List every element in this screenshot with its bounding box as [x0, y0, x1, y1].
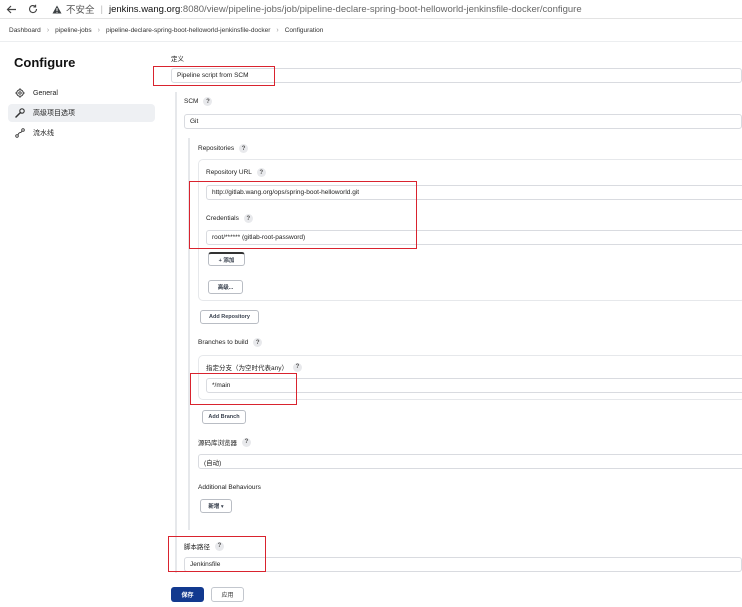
url-host: jenkins.wang.org [108, 3, 181, 15]
scm-select[interactable]: Git [184, 114, 742, 129]
repo-browser-label: 源码库浏览器 ? [198, 437, 251, 447]
breadcrumb-dashboard[interactable]: Dashboard [9, 27, 41, 34]
scm-label-text: SCM [184, 98, 199, 105]
sidebar-item-general[interactable]: General [8, 84, 155, 102]
help-icon[interactable]: ? [256, 168, 266, 177]
chevron-right-icon: › [97, 26, 100, 34]
branches-label: Branches to build ? [198, 338, 263, 347]
save-button[interactable]: 保存 [171, 587, 204, 602]
url-divider: | [100, 3, 103, 15]
repositories-label: Repositories ? [198, 144, 249, 153]
sidebar-item-label: General [33, 89, 58, 97]
repo-browser-label-text: 源码库浏览器 [198, 440, 237, 447]
back-button[interactable] [0, 0, 22, 19]
add-branch-button[interactable]: Add Branch [202, 410, 246, 424]
sidebar-item-pipeline[interactable]: 流水线 [8, 124, 155, 142]
reload-button[interactable] [22, 0, 44, 19]
highlight-box-repository [189, 181, 417, 249]
repo-url-label-text: Repository URL [206, 169, 252, 176]
highlight-box-script-path [168, 536, 266, 572]
add-credential-button[interactable]: + 添加 [208, 252, 245, 266]
help-icon[interactable]: ? [203, 97, 213, 106]
advanced-button[interactable]: 高级... [208, 280, 243, 294]
chevron-right-icon: › [276, 26, 279, 34]
back-arrow-icon [6, 5, 16, 13]
security-indicator[interactable]: 不安全 [52, 2, 95, 16]
highlight-box-branch [190, 373, 297, 405]
sidebar-item-label: 流水线 [33, 130, 54, 137]
url-path: :8080/view/pipeline-jobs/job/pipeline-de… [180, 3, 582, 15]
reload-icon [29, 4, 38, 14]
wrench-icon [14, 107, 26, 119]
gear-icon [14, 87, 26, 99]
help-icon[interactable]: ? [242, 437, 251, 447]
repo-browser-select[interactable]: (自动) [198, 454, 742, 469]
pipeline-icon [14, 127, 26, 139]
add-repository-button[interactable]: Add Repository [200, 310, 259, 324]
branches-label-text: Branches to build [198, 339, 249, 346]
breadcrumb-job[interactable]: pipeline-declare-spring-boot-helloworld-… [106, 27, 270, 34]
scm-label: SCM ? [184, 97, 213, 106]
add-behaviour-dropdown[interactable]: 新增 ▾ [200, 499, 232, 513]
help-icon[interactable]: ? [253, 338, 263, 347]
highlight-box-definition [153, 66, 275, 86]
sidebar-item-advanced-options[interactable]: 高级项目选项 [8, 104, 155, 122]
additional-behaviours-label: Additional Behaviours [198, 484, 261, 491]
address-bar[interactable]: jenkins.wang.org:8080/view/pipeline-jobs… [109, 4, 582, 15]
branch-specifier-label-text: 指定分支（为空时代表any） [206, 365, 288, 372]
breadcrumb: Dashboard › pipeline-jobs › pipeline-dec… [0, 19, 742, 42]
insecure-label: 不安全 [66, 5, 95, 16]
chevron-right-icon: › [46, 26, 50, 34]
warning-triangle-icon [52, 5, 62, 13]
help-icon[interactable]: ? [292, 362, 302, 372]
branch-specifier-label: 指定分支（为空时代表any） ? [206, 362, 302, 372]
browser-toolbar: 不安全 | jenkins.wang.org:8080/view/pipelin… [0, 0, 742, 19]
apply-button[interactable]: 应用 [211, 587, 244, 602]
breadcrumb-pipeline-jobs[interactable]: pipeline-jobs [55, 27, 92, 34]
sidebar-item-label: 高级项目选项 [33, 110, 75, 117]
page-title: Configure [14, 55, 76, 70]
script-path-input[interactable]: Jenkinsfile [184, 557, 742, 572]
repositories-label-text: Repositories [198, 145, 235, 152]
help-icon[interactable]: ? [239, 144, 249, 153]
definition-label: 定义 [171, 56, 184, 63]
breadcrumb-configuration[interactable]: Configuration [285, 27, 324, 34]
repo-url-label: Repository URL ? [206, 168, 266, 177]
